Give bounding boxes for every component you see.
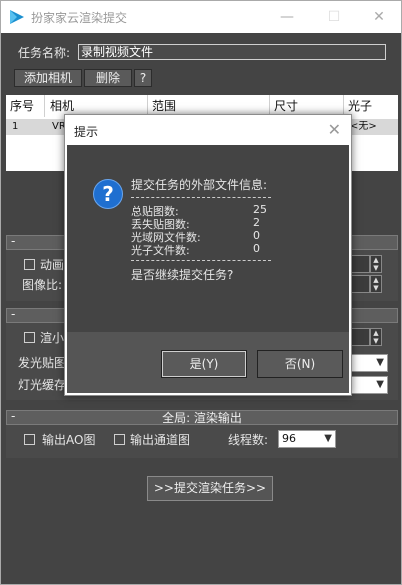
yes-button[interactable]: 是(Y) [161, 350, 247, 378]
animation-checkbox[interactable] [24, 259, 35, 270]
column-header-index[interactable]: 序号 [6, 95, 45, 117]
light-cache-label: 灯光缓存 [18, 378, 67, 392]
threads-value: 96 [282, 432, 296, 445]
dialog-close-icon[interactable]: ✕ [328, 120, 341, 139]
close-button[interactable]: ✕ [359, 5, 399, 29]
app-window: 扮家家云渲染提交 — ☐ ✕ 任务名称: 录制视频文件 添加相机 删除 ? 序号… [0, 0, 402, 585]
divider [131, 260, 271, 261]
global-panel-title: 全局: 渲染输出 [162, 411, 242, 425]
stat-value: 0 [253, 242, 260, 255]
minimize-button[interactable]: — [267, 5, 307, 29]
aspect-field[interactable] [350, 275, 370, 293]
cell-index: 1 [12, 121, 19, 132]
glow-map-select[interactable]: ▼ [350, 354, 388, 372]
ao-label: 输出AO图 [42, 433, 96, 447]
stat-label: 光子文件数: [131, 244, 190, 257]
chevron-down-icon: ▼ [376, 357, 384, 368]
add-camera-button[interactable]: 添加相机 [14, 69, 82, 87]
aspect-label: 图像比: [22, 278, 63, 292]
render-checkbox[interactable] [24, 332, 35, 343]
global-output-panel: - 全局: 渲染输出 输出AO图 输出通道图 线程数: 96 ▼ [6, 409, 398, 458]
question-icon: ? [93, 179, 123, 209]
title-bar: 扮家家云渲染提交 — ☐ ✕ [1, 1, 401, 33]
frame-field[interactable] [350, 255, 370, 273]
aspect-spinner[interactable]: ▲ ▼ [370, 275, 382, 293]
chevron-down-icon: ▼ [324, 433, 332, 444]
dialog-title-bar: 提示 ✕ [65, 115, 351, 145]
dialog-heading: 提交任务的外部文件信息: [131, 178, 268, 192]
confirm-dialog: 提示 ✕ ? 提交任务的外部文件信息: 总贴图数: 25 丢失贴图数: 2 光域… [64, 114, 352, 396]
ao-checkbox[interactable] [24, 434, 35, 445]
maximize-button[interactable]: ☐ [314, 5, 354, 29]
dialog-title: 提示 [74, 125, 99, 139]
submit-render-button[interactable]: >>提交渲染任务>> [147, 476, 273, 501]
stat-value: 25 [253, 203, 267, 216]
dialog-footer: 是(Y) 否(N) [67, 332, 349, 393]
channel-checkbox[interactable] [114, 434, 125, 445]
animation-label: 动画 [40, 258, 65, 272]
channel-label: 输出通道图 [130, 433, 191, 447]
task-name-input[interactable]: 录制视频文件 [78, 44, 386, 60]
stat-value: 2 [253, 216, 260, 229]
render-label: 渲小 [40, 331, 65, 345]
stat-value: 0 [253, 229, 260, 242]
divider [131, 197, 271, 198]
no-button[interactable]: 否(N) [257, 350, 343, 378]
dialog-body: ? 提交任务的外部文件信息: 总贴图数: 25 丢失贴图数: 2 光域网文件数:… [67, 145, 349, 332]
window-title: 扮家家云渲染提交 [31, 11, 128, 25]
task-name-label: 任务名称: [18, 46, 71, 60]
light-cache-select[interactable]: ▼ [350, 376, 388, 394]
render-spinner[interactable]: ▲ ▼ [370, 328, 382, 346]
column-header-photon[interactable]: 光子 [344, 95, 398, 117]
app-logo-icon [10, 10, 24, 24]
dialog-question: 是否继续提交任务? [131, 268, 234, 282]
render-field[interactable] [350, 328, 370, 346]
threads-label: 线程数: [228, 433, 269, 447]
frame-spinner[interactable]: ▲ ▼ [370, 255, 382, 273]
chevron-down-icon: ▼ [376, 379, 384, 390]
glow-map-label: 发光贴图 [18, 356, 67, 370]
panel-header[interactable]: - 全局: 渲染输出 [6, 409, 398, 425]
delete-button[interactable]: 删除 [84, 69, 132, 87]
threads-select[interactable]: 96 ▼ [278, 430, 336, 448]
help-button[interactable]: ? [134, 69, 152, 87]
